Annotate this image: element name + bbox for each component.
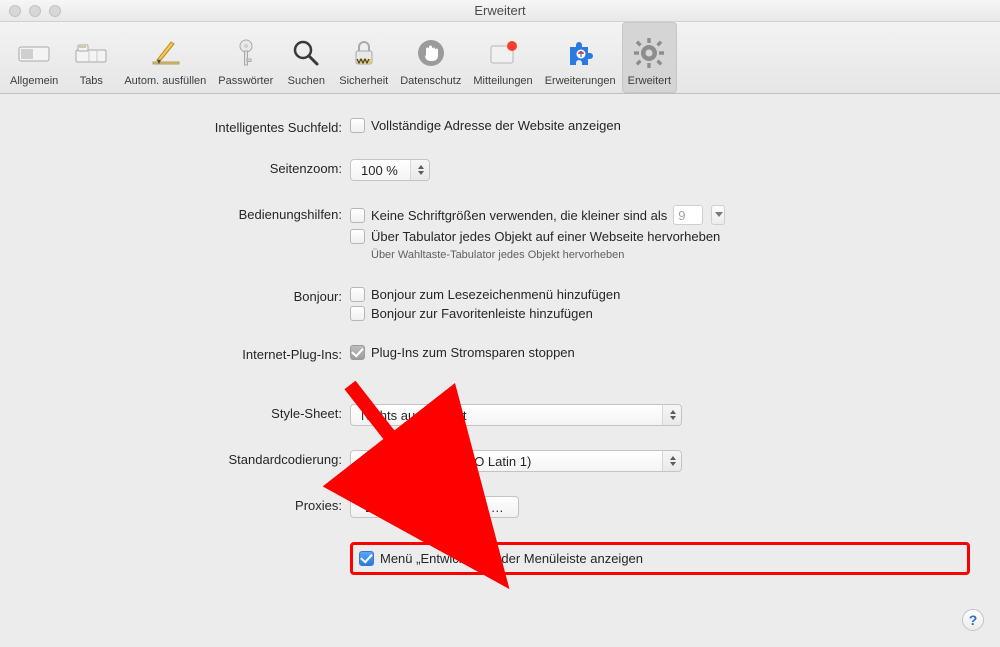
tab-tabs[interactable]: Tabs — [64, 22, 118, 93]
key-icon — [228, 35, 264, 71]
bonjour-label: Bonjour: — [30, 287, 350, 304]
min-font-stepper[interactable] — [711, 205, 725, 225]
min-font-value[interactable]: 9 — [673, 205, 703, 225]
pencil-icon — [147, 35, 183, 71]
tab-label: Sicherheit — [339, 75, 388, 87]
close-icon[interactable] — [9, 5, 21, 17]
bonjour-bookmarks-checkbox[interactable] — [350, 287, 365, 302]
stylesheet-popup[interactable]: Nichts ausgewählt — [350, 404, 682, 426]
developer-menu-checkbox[interactable] — [359, 551, 374, 566]
stylesheet-label: Style-Sheet: — [30, 404, 350, 421]
help-button[interactable]: ? — [962, 609, 984, 631]
proxies-label: Proxies: — [30, 496, 350, 513]
lock-icon — [346, 35, 382, 71]
plugins-powersave-label: Plug-Ins zum Stromsparen stoppen — [371, 345, 575, 360]
titlebar: Erweitert — [0, 0, 1000, 22]
tab-label: Erweiterungen — [545, 75, 616, 87]
tabs-icon — [73, 35, 109, 71]
full-url-checkbox[interactable] — [350, 118, 365, 133]
developer-menu-label: Menü „Entwickler“ in der Menüleiste anze… — [380, 551, 643, 566]
minimize-icon[interactable] — [29, 5, 41, 17]
proxies-settings-button[interactable]: Einstellungen ändern … — [350, 496, 519, 518]
tab-label: Erweitert — [628, 75, 671, 87]
notification-icon — [485, 35, 521, 71]
chevrons-icon — [670, 410, 676, 420]
proxies-button-label: Einstellungen ändern … — [365, 500, 504, 515]
tab-label: Autom. ausfüllen — [124, 75, 206, 87]
chevrons-icon — [670, 456, 676, 466]
tab-privacy[interactable]: Datenschutz — [394, 22, 467, 93]
switch-icon — [16, 35, 52, 71]
gear-icon — [631, 35, 667, 71]
zoom-label: Seitenzoom: — [30, 159, 350, 176]
bonjour-favorites-checkbox[interactable] — [350, 306, 365, 321]
window-controls — [9, 5, 61, 17]
tab-label: Tabs — [80, 75, 103, 87]
advanced-pane: Intelligentes Suchfeld: Vollständige Adr… — [0, 94, 1000, 601]
tab-highlight-hint: Über Wahltaste-Tabulator jedes Objekt he… — [371, 248, 970, 263]
puzzle-icon — [562, 35, 598, 71]
magnifier-icon — [288, 35, 324, 71]
smartsearch-label: Intelligentes Suchfeld: — [30, 118, 350, 135]
prefs-toolbar: Allgemein Tabs Autom. ausfüllen — [0, 22, 1000, 94]
tab-label: Allgemein — [10, 75, 58, 87]
tab-label: Passwörter — [218, 75, 273, 87]
tab-highlight-checkbox[interactable] — [350, 229, 365, 244]
tab-security[interactable]: Sicherheit — [333, 22, 394, 93]
stylesheet-value: Nichts ausgewählt — [361, 408, 467, 423]
tab-label: Suchen — [288, 75, 325, 87]
help-glyph: ? — [969, 612, 978, 628]
bonjour-favorites-label: Bonjour zur Favoritenleiste hinzufügen — [371, 306, 593, 321]
developer-menu-highlight: Menü „Entwickler“ in der Menüleiste anze… — [350, 542, 970, 575]
zoom-popup[interactable]: 100 % — [350, 159, 430, 181]
tab-extensions[interactable]: Erweiterungen — [539, 22, 622, 93]
encoding-value: Westeuropäisch (ISO Latin 1) — [361, 454, 531, 469]
plugins-powersave-checkbox[interactable] — [350, 345, 365, 360]
full-url-label: Vollständige Adresse der Website anzeige… — [371, 118, 621, 133]
encoding-label: Standardcodierung: — [30, 450, 350, 467]
tab-search[interactable]: Suchen — [279, 22, 333, 93]
tab-highlight-label: Über Tabulator jedes Objekt auf einer We… — [371, 229, 720, 244]
min-font-label: Keine Schriftgrößen verwenden, die klein… — [371, 208, 667, 223]
tab-passwords[interactable]: Passwörter — [212, 22, 279, 93]
tab-notifications[interactable]: Mitteilungen — [467, 22, 538, 93]
encoding-popup[interactable]: Westeuropäisch (ISO Latin 1) — [350, 450, 682, 472]
accessibility-label: Bedienungshilfen: — [30, 205, 350, 222]
bonjour-bookmarks-label: Bonjour zum Lesezeichenmenü hinzufügen — [371, 287, 620, 302]
tab-label: Datenschutz — [400, 75, 461, 87]
tab-autofill[interactable]: Autom. ausfüllen — [118, 22, 212, 93]
tab-general[interactable]: Allgemein — [4, 22, 64, 93]
min-font-checkbox[interactable] — [350, 208, 365, 223]
zoom-value: 100 % — [361, 163, 398, 178]
window-title: Erweitert — [474, 3, 525, 18]
chevrons-icon — [418, 165, 424, 175]
plugins-label: Internet-Plug-Ins: — [30, 345, 350, 362]
tab-advanced[interactable]: Erweitert — [622, 22, 677, 93]
zoom-icon[interactable] — [49, 5, 61, 17]
tab-label: Mitteilungen — [473, 75, 532, 87]
hand-icon — [413, 35, 449, 71]
